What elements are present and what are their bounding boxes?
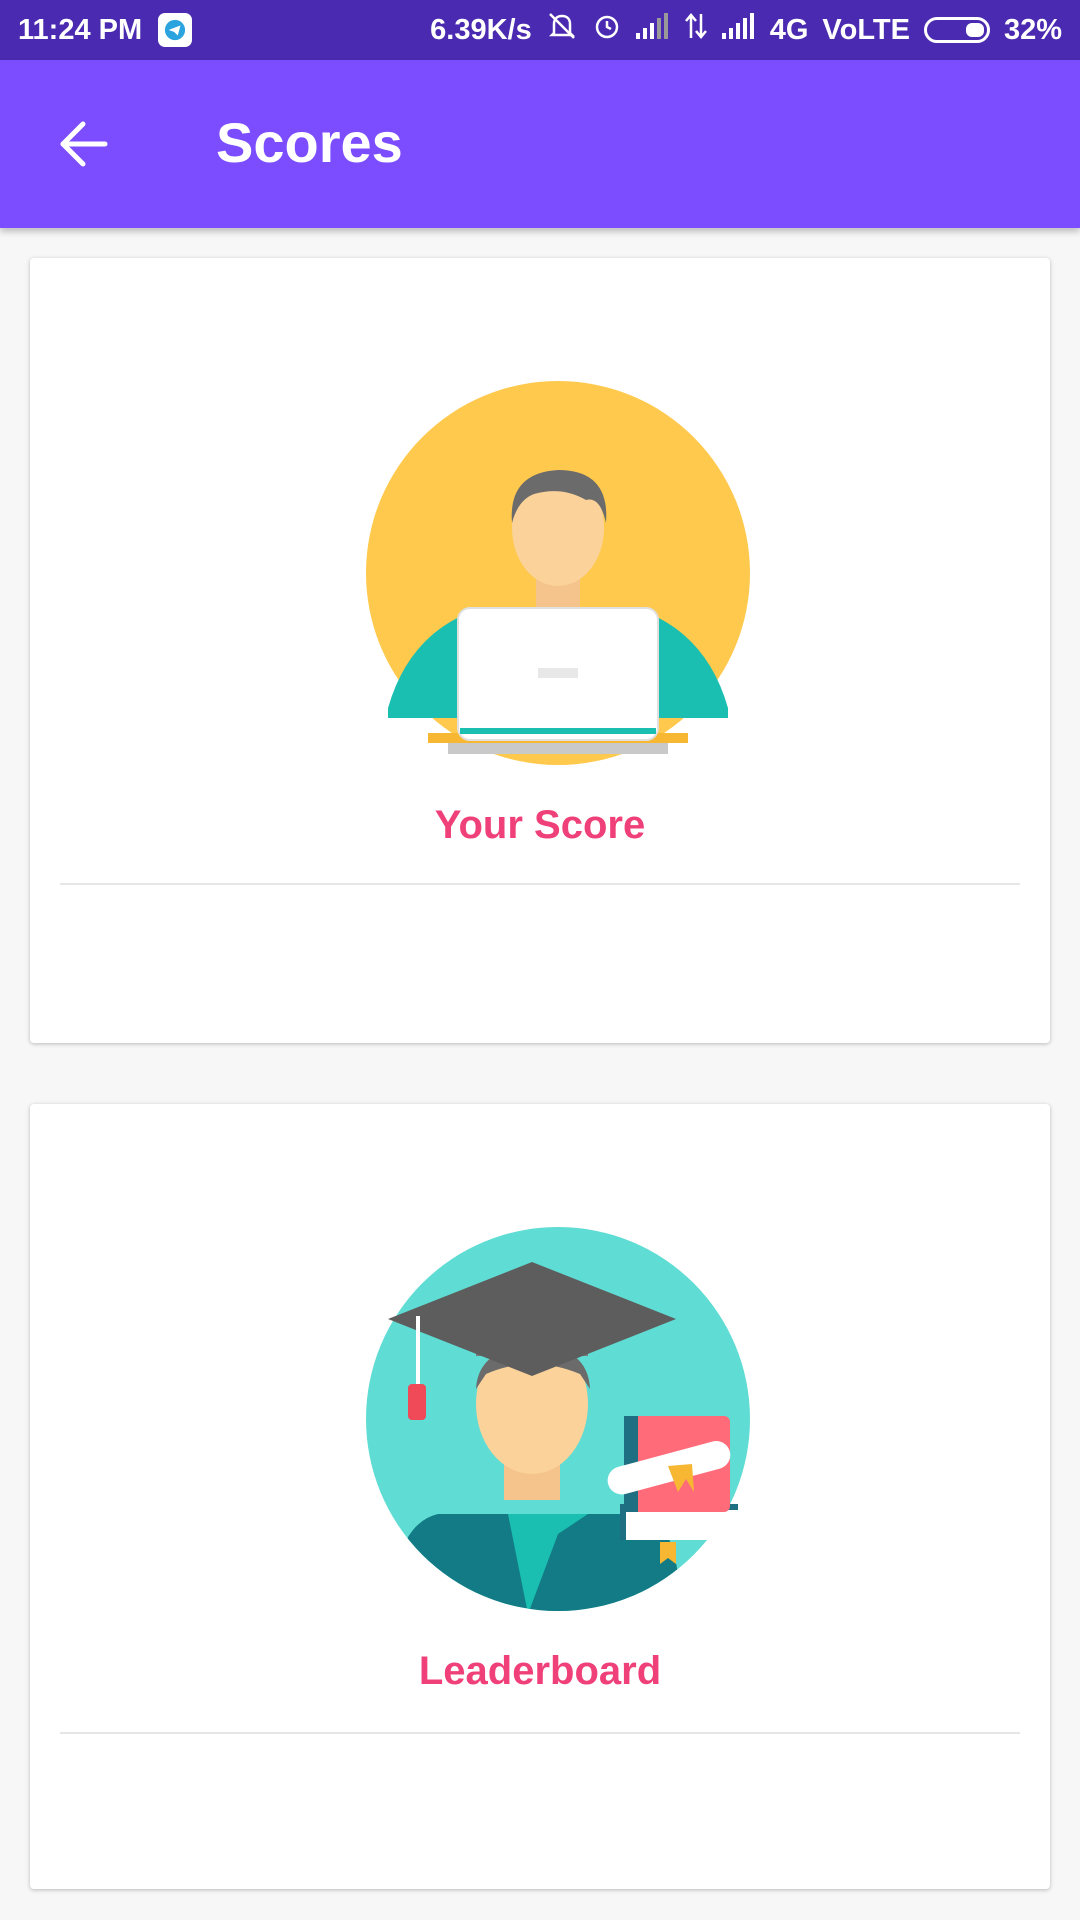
app-bar: Scores: [0, 60, 1080, 228]
data-arrows-icon: [684, 12, 708, 48]
card-divider: [60, 1732, 1020, 1734]
telegram-icon: [158, 13, 193, 47]
man-with-laptop-illustration: [366, 381, 750, 765]
leaderboard-label: Leaderboard: [418, 1649, 662, 1693]
graduate-with-books-illustration: [366, 1227, 750, 1611]
status-bar: 11:24 PM 6.39K/s 4G VoLTE 32%: [0, 0, 1080, 60]
arrow-left-icon: [60, 121, 108, 167]
alarm-icon: [592, 11, 622, 49]
your-score-card[interactable]: Your Score: [30, 258, 1050, 1043]
signal-icon: [635, 13, 670, 47]
card-divider: [60, 883, 1020, 885]
battery-percent: 32%: [1003, 13, 1062, 46]
volte-label: VoLTE: [822, 13, 910, 46]
battery-icon: [923, 17, 990, 43]
mute-icon: [546, 11, 578, 49]
back-button[interactable]: [52, 113, 114, 175]
leaderboard-card[interactable]: Leaderboard: [30, 1104, 1050, 1889]
signal-icon: [721, 13, 756, 47]
page-title: Scores: [216, 111, 403, 174]
network-type: 4G: [769, 13, 809, 46]
status-time: 11:24 PM: [18, 13, 143, 46]
net-speed: 6.39K/s: [430, 13, 532, 46]
your-score-label: Your Score: [434, 803, 646, 847]
